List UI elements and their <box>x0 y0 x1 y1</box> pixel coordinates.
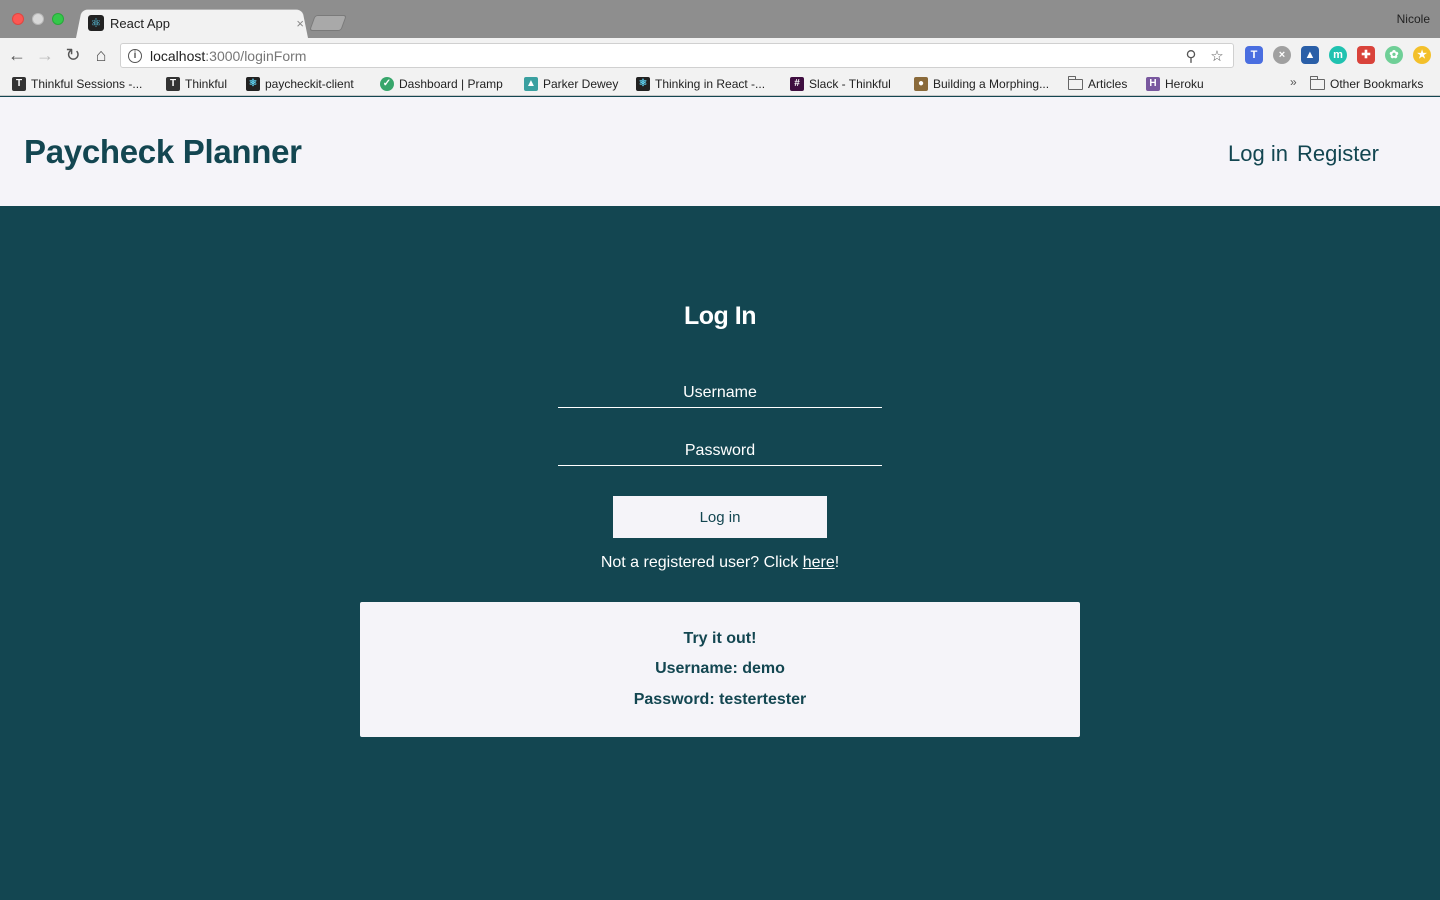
tab-title: React App <box>110 15 170 31</box>
bookmark-item[interactable]: ▲ Parker Dewey <box>524 75 618 93</box>
nav-register-link[interactable]: Register <box>1297 141 1379 167</box>
bookmark-folder[interactable]: Articles <box>1068 75 1127 93</box>
react-icon: ⚛ <box>246 77 260 91</box>
other-bookmarks-folder[interactable]: Other Bookmarks <box>1310 75 1423 93</box>
folder-icon <box>1310 75 1325 90</box>
page-title: Log In <box>684 302 756 330</box>
m-extension-icon[interactable]: m <box>1329 46 1347 64</box>
demo-username: Username: demo <box>655 660 785 677</box>
folder-icon <box>1068 75 1083 90</box>
heroku-icon: H <box>1146 77 1160 91</box>
browser-toolbar: ← → ↻ ⌂ i localhost:3000/loginForm ⚲ ☆ T… <box>0 38 1440 72</box>
bookmark-item[interactable]: ⚛ paycheckit-client <box>246 75 354 93</box>
react-icon: ⚛ <box>88 15 104 31</box>
red-extension-icon[interactable]: ✚ <box>1357 46 1375 64</box>
password-input[interactable] <box>558 436 882 466</box>
back-arrow-icon[interactable]: ← <box>6 44 28 66</box>
browser-tab-content[interactable]: ⚛ React App × <box>88 10 308 36</box>
forward-arrow-icon[interactable]: → <box>34 44 56 66</box>
profile-name[interactable]: Nicole <box>1397 12 1430 26</box>
bookmarks-overflow-button[interactable]: » <box>1290 75 1297 89</box>
login-section: Log In Log in Not a registered user? Cli… <box>0 206 1440 900</box>
username-input[interactable] <box>558 378 882 408</box>
bookmark-item[interactable]: ● Building a Morphing... <box>914 75 1049 93</box>
pramp-icon: ✓ <box>380 77 394 91</box>
demo-credentials-box: Try it out! Username: demo Password: tes… <box>360 602 1080 737</box>
thinkful-extension-icon[interactable]: T <box>1245 46 1263 64</box>
close-window-button[interactable] <box>12 13 24 25</box>
app-header: Paycheck Planner Log in Register <box>0 97 1440 206</box>
bookmark-item[interactable]: T Thinkful <box>166 75 227 93</box>
bookmark-item[interactable]: H Heroku <box>1146 75 1204 93</box>
minimize-window-button[interactable] <box>32 13 44 25</box>
star-icon[interactable]: ☆ <box>1207 47 1227 65</box>
url-text[interactable]: localhost:3000/loginForm <box>150 48 1181 64</box>
home-icon[interactable]: ⌂ <box>90 44 112 66</box>
address-bar[interactable]: i localhost:3000/loginForm ⚲ ☆ <box>120 43 1234 68</box>
reload-icon[interactable]: ↻ <box>62 44 84 66</box>
new-tab-button[interactable] <box>309 15 347 31</box>
bookmark-item[interactable]: T Thinkful Sessions -... <box>12 75 142 93</box>
info-icon[interactable]: i <box>128 48 142 63</box>
nav-login-link[interactable]: Log in <box>1228 141 1288 167</box>
bookmark-item[interactable]: # Slack - Thinkful <box>790 75 891 93</box>
demo-heading: Try it out! <box>683 630 757 647</box>
bookmarks-bar: T Thinkful Sessions -... T Thinkful ⚛ pa… <box>0 72 1440 96</box>
register-here-link[interactable]: here <box>803 554 835 571</box>
react-icon: ⚛ <box>636 77 650 91</box>
demo-password: Password: testertester <box>633 691 807 708</box>
blocked-extension-icon[interactable]: × <box>1273 46 1291 64</box>
yellow-extension-icon[interactable]: ★ <box>1413 46 1431 64</box>
thinkful-icon: T <box>166 77 180 91</box>
bookmark-item[interactable]: ⚛ Thinking in React -... <box>636 75 765 93</box>
triangle-extension-icon[interactable]: ▲ <box>1301 46 1319 64</box>
register-prompt: Not a registered user? Click here! <box>600 554 840 571</box>
browser-titlebar: ⚛ React App × Nicole <box>0 0 1440 38</box>
brand-title[interactable]: Paycheck Planner <box>24 133 302 171</box>
thinkful-icon: T <box>12 77 26 91</box>
zoom-icon[interactable]: ⚲ <box>1181 47 1201 65</box>
parker-dewey-icon: ▲ <box>524 77 538 91</box>
tab-close-icon[interactable]: × <box>296 16 304 31</box>
green-extension-icon[interactable]: ✿ <box>1385 46 1403 64</box>
person-icon: ● <box>914 77 928 91</box>
maximize-window-button[interactable] <box>52 13 64 25</box>
slack-icon: # <box>790 77 804 91</box>
bookmark-item[interactable]: ✓ Dashboard | Pramp <box>380 75 503 93</box>
login-button[interactable]: Log in <box>613 496 827 538</box>
